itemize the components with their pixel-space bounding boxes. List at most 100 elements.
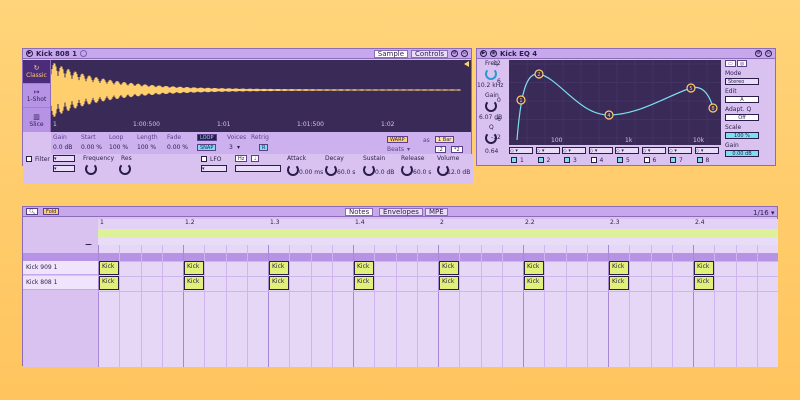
lfo-toggle[interactable] <box>201 156 207 162</box>
band-toggle[interactable] <box>617 157 623 163</box>
eq-point-8[interactable]: 8 <box>708 103 718 113</box>
band-3[interactable]: ◇ ▾ 3 <box>562 147 586 165</box>
edit-button[interactable]: A <box>725 96 759 103</box>
res-knob[interactable] <box>119 163 131 175</box>
filter-type-dropdown[interactable]: ▾ <box>53 155 75 162</box>
freq-knob[interactable] <box>485 68 497 80</box>
release-knob[interactable] <box>401 164 413 176</box>
device-power-icon[interactable]: ▶ <box>26 50 33 57</box>
band-filter-type-dropdown[interactable]: ◇ ▾ <box>694 147 719 154</box>
midi-note[interactable]: Kick <box>184 276 204 290</box>
start-value[interactable]: 0.00 % <box>81 144 102 151</box>
warp-length-field[interactable]: 1 Bar <box>435 136 455 143</box>
mode-slice[interactable]: ▥ Slice <box>23 108 50 132</box>
fade-value[interactable]: 0.00 % <box>167 144 188 151</box>
band-toggle[interactable] <box>696 157 703 163</box>
tab-mpe[interactable]: MPE <box>425 208 448 216</box>
eq-point-4[interactable]: 4 <box>604 110 614 120</box>
band-filter-type-dropdown[interactable]: ◇ ▾ <box>588 147 613 154</box>
frequency-knob[interactable] <box>85 163 97 175</box>
eq-point-2[interactable]: 2 <box>534 69 544 79</box>
eq-mode-icon[interactable]: ▭ <box>725 60 736 67</box>
band-8[interactable]: ◇ ▾ 8 <box>694 147 719 165</box>
band-4[interactable]: ◇ ▾ 4 <box>588 147 613 165</box>
note-grid[interactable]: Kick Kick Kick Kick Kick Kick Kick Kick Kick Kick… <box>98 245 778 367</box>
eq-oversampling-icon[interactable]: ◎ <box>737 60 748 67</box>
output-gain-field[interactable]: 0.00 dB <box>725 150 759 157</box>
hot-swap-icon[interactable] <box>80 50 87 57</box>
device-power-icon[interactable]: ▶ <box>480 50 487 57</box>
voices-dropdown-icon[interactable]: ▾ <box>237 144 240 151</box>
mode-classic[interactable]: ↻ Classic <box>23 60 50 84</box>
marker-bar[interactable] <box>98 237 778 245</box>
band-6[interactable]: ◇ ▾ 6 <box>641 147 666 165</box>
midi-note[interactable]: Kick <box>524 276 544 290</box>
retrig-button[interactable]: R <box>259 144 269 151</box>
mode-dropdown[interactable]: Stereo <box>725 78 759 85</box>
midi-note[interactable]: Kick <box>354 276 374 290</box>
gain-value[interactable]: 0.0 dB <box>53 144 72 151</box>
settings-icon[interactable]: ⚙ <box>755 50 762 57</box>
filter-slope-dropdown[interactable]: ▾ <box>53 165 75 172</box>
expand-icon[interactable]: ◉ <box>490 50 497 57</box>
band-toggle[interactable] <box>670 157 676 163</box>
tab-controls[interactable]: Controls <box>411 49 448 58</box>
tab-notes[interactable]: Notes <box>345 208 374 216</box>
lfo-sync-button[interactable]: ♩ <box>251 155 260 162</box>
midi-note[interactable]: Kick <box>99 261 119 275</box>
tab-sample[interactable]: Sample <box>373 49 409 58</box>
lfo-rate-field[interactable] <box>235 165 281 172</box>
midi-note[interactable]: Kick <box>609 276 629 290</box>
loop-button[interactable]: LOOP <box>197 134 217 141</box>
band-filter-type-dropdown[interactable]: ◇ ▾ <box>641 147 666 154</box>
band-filter-type-dropdown[interactable]: ◇ ▾ <box>535 147 560 154</box>
band-filter-type-dropdown[interactable]: ◇ ▾ <box>509 147 533 154</box>
band-toggle[interactable] <box>643 157 650 163</box>
band-filter-type-dropdown[interactable]: ◇ ▾ <box>562 147 586 154</box>
lane-kick-909[interactable]: Kick 909 1 <box>23 261 98 275</box>
attack-knob[interactable] <box>287 164 299 176</box>
midi-note[interactable]: Kick <box>524 261 544 275</box>
midi-note[interactable]: Kick <box>269 261 289 275</box>
save-icon[interactable]: ⊙ <box>765 50 772 57</box>
band-toggle[interactable] <box>590 157 597 163</box>
band-toggle[interactable] <box>511 157 517 163</box>
band-filter-type-dropdown[interactable]: ◇ ▾ <box>668 147 692 154</box>
midi-note[interactable]: Kick <box>184 261 204 275</box>
midi-note[interactable]: Kick <box>99 276 119 290</box>
mode-one-shot[interactable]: ↦ 1-Shot <box>23 84 50 108</box>
fold-button[interactable]: Fold <box>43 208 60 215</box>
decay-knob[interactable] <box>325 164 337 176</box>
band-7[interactable]: ◇ ▾ 7 <box>668 147 692 165</box>
snap-button[interactable]: SNAP <box>197 144 217 151</box>
grid-dropdown[interactable]: 1/16 ▾ <box>753 209 774 217</box>
loop-value[interactable]: 100 % <box>109 144 128 151</box>
loop-marker-icon[interactable] <box>464 61 469 67</box>
search-icon[interactable]: 🔍︎ <box>26 208 39 215</box>
warp-mode-dropdown[interactable]: Beats <box>387 146 404 153</box>
lfo-shape-dropdown[interactable]: ▾ <box>201 165 227 172</box>
save-icon[interactable]: ⊙ <box>461 50 468 57</box>
lane-kick-808[interactable]: Kick 808 1 <box>23 276 98 290</box>
tab-envelopes[interactable]: Envelopes <box>379 208 423 216</box>
eq-point-1[interactable]: 1 <box>516 95 526 105</box>
gain-knob[interactable] <box>485 100 497 112</box>
voices-value[interactable]: 3 <box>229 144 233 151</box>
eq-point-5[interactable]: 5 <box>686 83 696 93</box>
half-button[interactable]: :2 <box>435 146 446 153</box>
waveform-display[interactable]: 1 1:00:500 1:01 1:01:500 1:02 <box>51 60 471 132</box>
midi-note[interactable]: Kick <box>354 261 374 275</box>
eq-graph[interactable]: 12458 12 6 0 -6 -12 100 1k 10k <box>491 60 721 145</box>
midi-note[interactable]: Kick <box>439 276 459 290</box>
midi-note[interactable]: Kick <box>269 276 289 290</box>
band-toggle[interactable] <box>537 157 544 163</box>
double-button[interactable]: *2 <box>451 146 463 153</box>
length-value[interactable]: 100 % <box>137 144 156 151</box>
loop-brace[interactable] <box>98 229 778 237</box>
midi-note[interactable]: Kick <box>439 261 459 275</box>
warp-button[interactable]: WARP <box>387 136 408 143</box>
band-1[interactable]: ◇ ▾ 1 <box>509 147 533 165</box>
beat-ruler[interactable]: 1 1.2 1.3 1.4 2 2.2 2.3 2.4 <box>98 219 778 229</box>
scale-field[interactable]: 100 % <box>725 132 759 139</box>
midi-note[interactable]: Kick <box>609 261 629 275</box>
